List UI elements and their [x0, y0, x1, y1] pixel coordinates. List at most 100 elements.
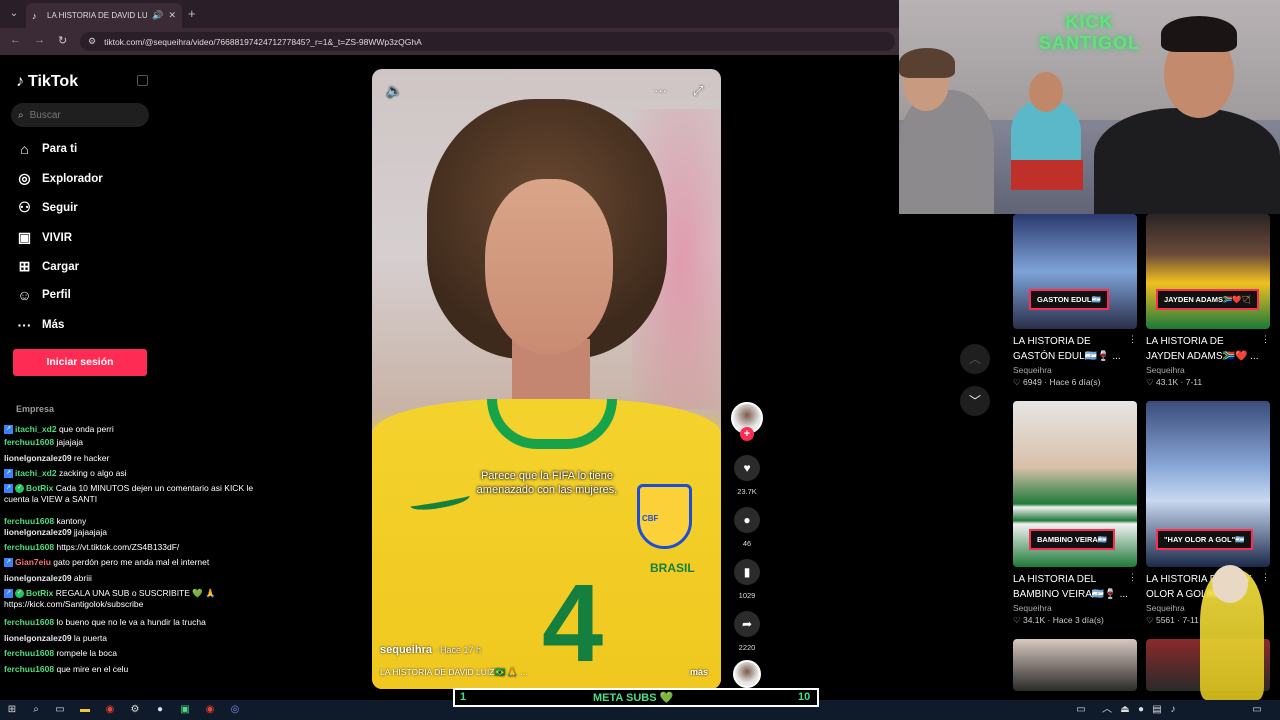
chat-username[interactable]: ferchuu1608 [4, 516, 54, 526]
windows-start-icon[interactable]: ⊞ [5, 703, 19, 717]
chat-username[interactable]: ferchuu1608 [4, 664, 54, 674]
video-thumbnail[interactable]: GASTON EDUL🇦🇷 [1013, 214, 1137, 329]
chat-username[interactable]: BotRix [26, 588, 53, 598]
video-player[interactable]: CBF BRASIL 4 Parece que la FIFA lo tiene… [372, 69, 721, 689]
card-menu-icon[interactable]: ⋮ [1128, 572, 1137, 602]
thumbnail-label: GASTON EDUL🇦🇷 [1029, 289, 1109, 310]
chat-username[interactable]: itachi_xd2 [15, 468, 57, 478]
tray-network-icon[interactable]: ▤ [1150, 703, 1164, 717]
kick-icon[interactable]: ▣ [178, 703, 192, 717]
tray-usb-icon[interactable]: ⏏ [1118, 703, 1132, 717]
heart-icon[interactable]: ♥ [734, 455, 760, 481]
site-info-icon[interactable]: ⚙ [88, 36, 96, 47]
video-card-2[interactable]: JAYDEN ADAMS🇿🇦❤️🏹 LA HISTORIA DE JAYDEN … [1146, 214, 1270, 388]
search-input[interactable]: ⌕ Buscar [11, 103, 149, 127]
sidebar-item-explorador[interactable]: ◎ Explorador [16, 170, 103, 187]
collapse-sidebar-icon[interactable] [137, 75, 148, 86]
chat-username[interactable]: ferchuu1608 [4, 617, 54, 627]
chat-username[interactable]: lionelgonzalez09 [4, 527, 72, 537]
card-title[interactable]: LA HISTORIA DE GASTÓN EDUL🇦🇷🍷 ... [1013, 334, 1128, 364]
card-title[interactable]: LA HISTORIA DE JAYDEN ADAMS🇿🇦❤️ ... [1146, 334, 1261, 364]
chat-username[interactable]: BotRix [26, 483, 53, 493]
thumbnail-label: JAYDEN ADAMS🇿🇦❤️🏹 [1156, 289, 1260, 310]
video-card-1[interactable]: GASTON EDUL🇦🇷 LA HISTORIA DE GASTÓN EDUL… [1013, 214, 1137, 388]
card-menu-icon[interactable]: ⋮ [1261, 572, 1270, 602]
comment-action[interactable]: ● 46 [731, 507, 763, 548]
sidebar-item-seguir[interactable]: ⚇ Seguir [16, 199, 78, 216]
chat-message: lionelgonzalez09 re hacker [4, 453, 254, 464]
tab-list-icon[interactable]: ⌄ [6, 6, 22, 22]
next-video-button[interactable]: ﹀ [960, 386, 990, 416]
card-title[interactable]: LA HISTORIA DEL BAMBINO VEIRA🇦🇷🍷 ... [1013, 572, 1128, 602]
login-button[interactable]: Iniciar sesión [13, 349, 147, 376]
previous-video-button[interactable]: ︿ [960, 344, 990, 374]
video-more-icon[interactable]: ··· [654, 83, 667, 98]
live-icon: ▣ [17, 229, 32, 245]
sidebar-item-mas[interactable]: ··· Más [16, 317, 65, 333]
video-thumbnail[interactable]: JAYDEN ADAMS🇿🇦❤️🏹 [1146, 214, 1270, 329]
chat-username[interactable]: lionelgonzalez09 [4, 633, 72, 643]
video-thumbnail-5[interactable] [1013, 639, 1137, 691]
video-thumbnail[interactable]: "HAY OLOR A GOL"🇦🇷 [1146, 401, 1270, 567]
card-author[interactable]: Sequeihra [1013, 603, 1137, 613]
tray-mic-icon[interactable]: ● [1134, 703, 1148, 717]
follow-plus-icon[interactable]: + [740, 427, 754, 441]
tray-volume-icon[interactable]: ♪ [1166, 703, 1180, 717]
comment-icon[interactable]: ● [734, 507, 760, 533]
share-action[interactable]: ➦ 2220 [731, 611, 763, 652]
url-field[interactable]: ⚙ tiktok.com/@sequeihra/video/7668819742… [80, 32, 895, 51]
fullscreen-icon[interactable]: ⤢ [693, 83, 703, 99]
forward-icon[interactable]: → [34, 34, 45, 46]
chrome-active-icon[interactable]: ◉ [203, 703, 217, 717]
chat-username[interactable]: ferchuu1608 [4, 437, 54, 447]
video-thumbnail[interactable]: BAMBINO VEIRA🇦🇷 [1013, 401, 1137, 567]
chat-username[interactable]: ferchuu1608 [4, 542, 54, 552]
sidebar-item-vivir[interactable]: ▣ VIVIR [16, 229, 72, 246]
save-action[interactable]: ▮ 1029 [731, 559, 763, 600]
tray-chevron-icon[interactable]: ︿ [1100, 703, 1114, 717]
chrome-icon[interactable]: ◉ [103, 703, 117, 717]
more-link[interactable]: más [690, 667, 708, 677]
card-menu-icon[interactable]: ⋮ [1128, 334, 1137, 364]
chat-username[interactable]: ferchuu1608 [4, 648, 54, 658]
chat-username[interactable]: Gian7eiu [15, 557, 51, 567]
card-author[interactable]: Sequeihra [1013, 365, 1137, 375]
back-icon[interactable]: ← [10, 34, 21, 46]
verified-icon: ✓ [15, 484, 24, 494]
new-tab-button[interactable]: + [188, 6, 196, 21]
file-explorer-icon[interactable]: ▬ [78, 703, 92, 717]
sidebar-item-label: Explorador [42, 172, 103, 185]
chat-username[interactable]: lionelgonzalez09 [4, 573, 72, 583]
task-view-icon[interactable]: ▭ [53, 703, 67, 717]
profile-icon: ☺ [17, 287, 32, 303]
upload-icon: ⊞ [18, 258, 31, 274]
share-icon[interactable]: ➦ [734, 611, 760, 637]
tray-app-icon[interactable]: ▭ [1074, 703, 1088, 717]
volume-icon[interactable]: 🔈 [386, 83, 402, 99]
discord-icon[interactable]: ◎ [228, 703, 242, 717]
bookmark-icon[interactable]: ▮ [734, 559, 760, 585]
chat-username[interactable]: itachi_xd2 [15, 424, 57, 434]
badge-icon: ↗ [4, 558, 13, 568]
music-disc-avatar[interactable] [733, 660, 761, 688]
chat-text: jajajaja [56, 437, 83, 447]
chat-username[interactable]: lionelgonzalez09 [4, 453, 72, 463]
search-icon[interactable]: ⌕ [29, 703, 43, 717]
card-author[interactable]: Sequeihra [1146, 365, 1270, 375]
sidebar-item-cargar[interactable]: ⊞ Cargar [16, 258, 79, 275]
notifications-icon[interactable]: ▭ [1250, 703, 1264, 717]
obs-icon[interactable]: ● [153, 703, 167, 717]
close-tab-icon[interactable]: ✕ [168, 10, 176, 21]
card-menu-icon[interactable]: ⋮ [1261, 334, 1270, 364]
steam-icon[interactable]: ⚙ [128, 703, 142, 717]
browser-tab[interactable]: ♪ LA HISTORIA DE DAVID LUI 🔊 ✕ [26, 3, 182, 28]
sidebar-item-perfil[interactable]: ☺ Perfil [16, 287, 70, 303]
sidebar-item-para-ti[interactable]: ⌂ Para ti [16, 141, 77, 157]
video-card-3[interactable]: BAMBINO VEIRA🇦🇷 LA HISTORIA DEL BAMBINO … [1013, 401, 1137, 626]
reload-icon[interactable]: ↻ [58, 34, 67, 47]
empresa-link[interactable]: Empresa [16, 404, 54, 414]
like-action[interactable]: ♥ 23.7K [731, 455, 763, 496]
video-author[interactable]: sequeihra · Hace 17 h [380, 644, 481, 656]
tiktok-logo[interactable]: ♪ TikTok [16, 73, 78, 91]
speaker-icon[interactable]: 🔊 [152, 10, 163, 21]
